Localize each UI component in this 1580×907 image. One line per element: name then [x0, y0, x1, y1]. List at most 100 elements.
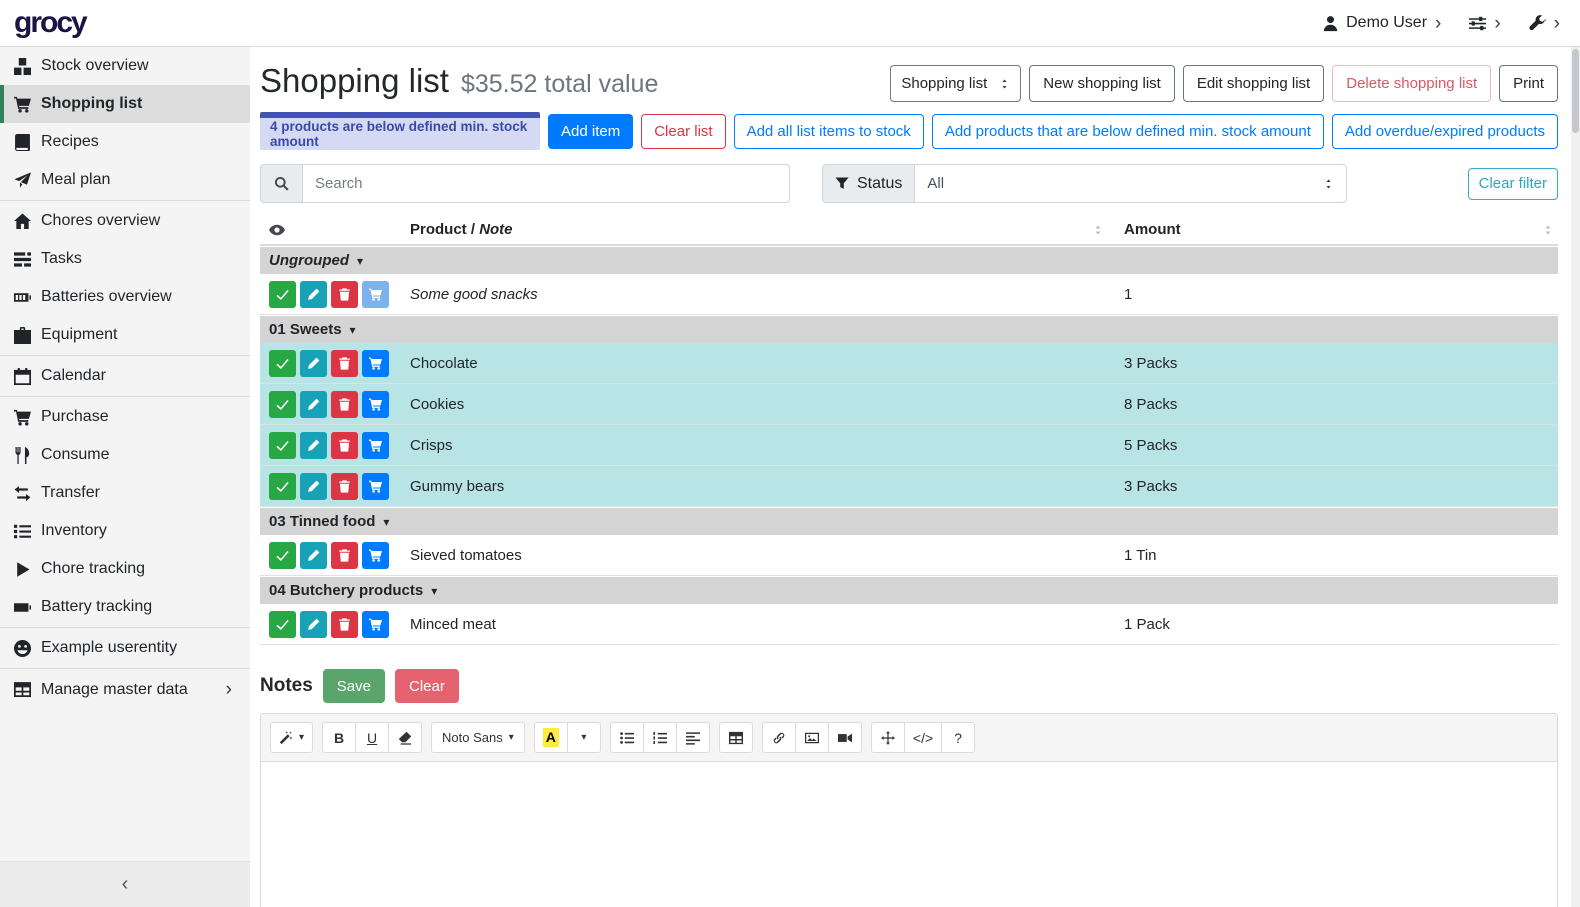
group-row-03-tinned-food[interactable]: 03 Tinned food▾ — [260, 508, 1558, 535]
row-delete-button[interactable] — [331, 350, 358, 377]
sidebar-item-tasks[interactable]: Tasks — [0, 240, 250, 278]
row-edit-button[interactable] — [300, 350, 327, 377]
bold-button[interactable]: B — [322, 722, 356, 753]
sidebar-item-transfer[interactable]: Transfer — [0, 474, 250, 512]
print-button[interactable]: Print — [1499, 65, 1558, 102]
shopping-list-select[interactable]: Shopping list — [890, 65, 1021, 102]
sidebar-item-purchase[interactable]: Purchase — [0, 398, 250, 436]
edit-shopping-list-button[interactable]: Edit shopping list — [1183, 65, 1324, 102]
clear-format-button[interactable] — [388, 722, 422, 753]
row-delete-button[interactable] — [331, 391, 358, 418]
row-edit-button[interactable] — [300, 391, 327, 418]
logo[interactable]: grocy — [14, 8, 86, 38]
row-to-stock-button[interactable] — [362, 281, 389, 308]
row-edit-button[interactable] — [300, 611, 327, 638]
underline-button[interactable]: U — [355, 722, 389, 753]
add-overdue-button[interactable]: Add overdue/expired products — [1332, 114, 1558, 149]
sort-icon[interactable] — [1542, 224, 1554, 236]
row-done-button[interactable] — [269, 350, 296, 377]
picture-icon — [805, 731, 819, 745]
text-color-caret-button[interactable]: ▾ — [567, 722, 601, 753]
row-done-button[interactable] — [269, 391, 296, 418]
sidebar-item-chore-tracking[interactable]: Chore tracking — [0, 550, 250, 588]
notes-save-button[interactable]: Save — [323, 669, 385, 703]
row-to-stock-button[interactable] — [362, 473, 389, 500]
sidebar-item-equipment[interactable]: Equipment — [0, 316, 250, 354]
row-done-button[interactable] — [269, 432, 296, 459]
row-delete-button[interactable] — [331, 281, 358, 308]
table-button[interactable] — [719, 722, 753, 753]
sidebar-item-batteries-overview[interactable]: Batteries overview — [0, 278, 250, 316]
group-row-01-sweets[interactable]: 01 Sweets▾ — [260, 316, 1558, 343]
row-delete-button[interactable] — [331, 542, 358, 569]
utensils-icon — [14, 447, 31, 464]
add-below-min-button[interactable]: Add products that are below defined min.… — [932, 114, 1324, 149]
sidebar-item-inventory[interactable]: Inventory — [0, 512, 250, 550]
row-to-stock-button[interactable] — [362, 350, 389, 377]
sidebar-item-shopping-list[interactable]: Shopping list — [0, 85, 250, 123]
sidebar-item-battery-tracking[interactable]: Battery tracking — [0, 588, 250, 626]
row-edit-button[interactable] — [300, 432, 327, 459]
row-delete-button[interactable] — [331, 611, 358, 638]
row-done-button[interactable] — [269, 473, 296, 500]
sidebar-item-manage-master-data[interactable]: Manage master data› — [0, 670, 250, 709]
row-edit-button[interactable] — [300, 281, 327, 308]
unordered-list-button[interactable] — [610, 722, 644, 753]
row-done-button[interactable] — [269, 542, 296, 569]
row-done-button[interactable] — [269, 611, 296, 638]
fullscreen-button[interactable] — [871, 722, 905, 753]
sidebar-item-stock-overview[interactable]: Stock overview — [0, 47, 250, 85]
add-all-to-stock-button[interactable]: Add all list items to stock — [734, 114, 924, 149]
editor-content-area[interactable] — [261, 762, 1557, 907]
row-done-button[interactable] — [269, 281, 296, 308]
sidebar-collapse-button[interactable]: ‹ — [0, 861, 250, 907]
search-input[interactable] — [302, 164, 790, 203]
eye-icon[interactable] — [269, 222, 285, 238]
row-to-stock-button[interactable] — [362, 432, 389, 459]
row-edit-button[interactable] — [300, 473, 327, 500]
style-button[interactable]: ▾ — [270, 722, 313, 753]
link-button[interactable] — [762, 722, 796, 753]
row-to-stock-button[interactable] — [362, 611, 389, 638]
sidebar-item-example-userentity[interactable]: Example userentity — [0, 629, 250, 667]
help-button[interactable]: ? — [941, 722, 975, 753]
font-name-button[interactable]: Noto Sans▾ — [431, 722, 525, 753]
delete-shopping-list-button[interactable]: Delete shopping list — [1332, 65, 1491, 102]
admin-menu[interactable]: › — [1529, 14, 1560, 33]
amount-header[interactable]: Amount — [1124, 221, 1181, 238]
status-select[interactable]: All — [914, 164, 1347, 203]
chevron-right-icon: › — [1554, 14, 1560, 33]
filter-row: Status All Clear filter — [260, 164, 1558, 203]
row-delete-button[interactable] — [331, 473, 358, 500]
sidebar-item-label: Equipment — [41, 326, 118, 344]
link-icon — [772, 731, 786, 745]
sort-icon[interactable] — [1092, 224, 1104, 236]
scrollbar-thumb[interactable] — [1572, 49, 1579, 133]
codeview-button[interactable]: </> — [904, 722, 942, 753]
picture-button[interactable] — [795, 722, 829, 753]
video-button[interactable] — [828, 722, 862, 753]
product-note-header[interactable]: Product / Note — [410, 221, 513, 238]
user-menu[interactable]: Demo User › — [1322, 14, 1441, 33]
add-item-button[interactable]: Add item — [548, 114, 633, 149]
row-delete-button[interactable] — [331, 432, 358, 459]
group-row-ungrouped[interactable]: Ungrouped▾ — [260, 247, 1558, 274]
paragraph-button[interactable] — [676, 722, 710, 753]
new-shopping-list-button[interactable]: New shopping list — [1029, 65, 1175, 102]
clear-list-button[interactable]: Clear list — [641, 114, 725, 149]
sidebar-item-meal-plan[interactable]: Meal plan — [0, 161, 250, 199]
row-to-stock-button[interactable] — [362, 391, 389, 418]
row-edit-button[interactable] — [300, 542, 327, 569]
notes-clear-button[interactable]: Clear — [395, 669, 459, 703]
group-row-04-butchery-products[interactable]: 04 Butchery products▾ — [260, 577, 1558, 604]
scrollbar[interactable] — [1571, 47, 1580, 907]
row-to-stock-button[interactable] — [362, 542, 389, 569]
ordered-list-button[interactable] — [643, 722, 677, 753]
sidebar-item-recipes[interactable]: Recipes — [0, 123, 250, 161]
text-color-button[interactable]: A — [534, 722, 568, 753]
sidebar-item-chores-overview[interactable]: Chores overview — [0, 202, 250, 240]
sidebar-item-consume[interactable]: Consume — [0, 436, 250, 474]
clear-filter-button[interactable]: Clear filter — [1468, 168, 1558, 200]
sidebar-item-calendar[interactable]: Calendar — [0, 357, 250, 395]
settings-menu[interactable]: › — [1469, 14, 1500, 33]
